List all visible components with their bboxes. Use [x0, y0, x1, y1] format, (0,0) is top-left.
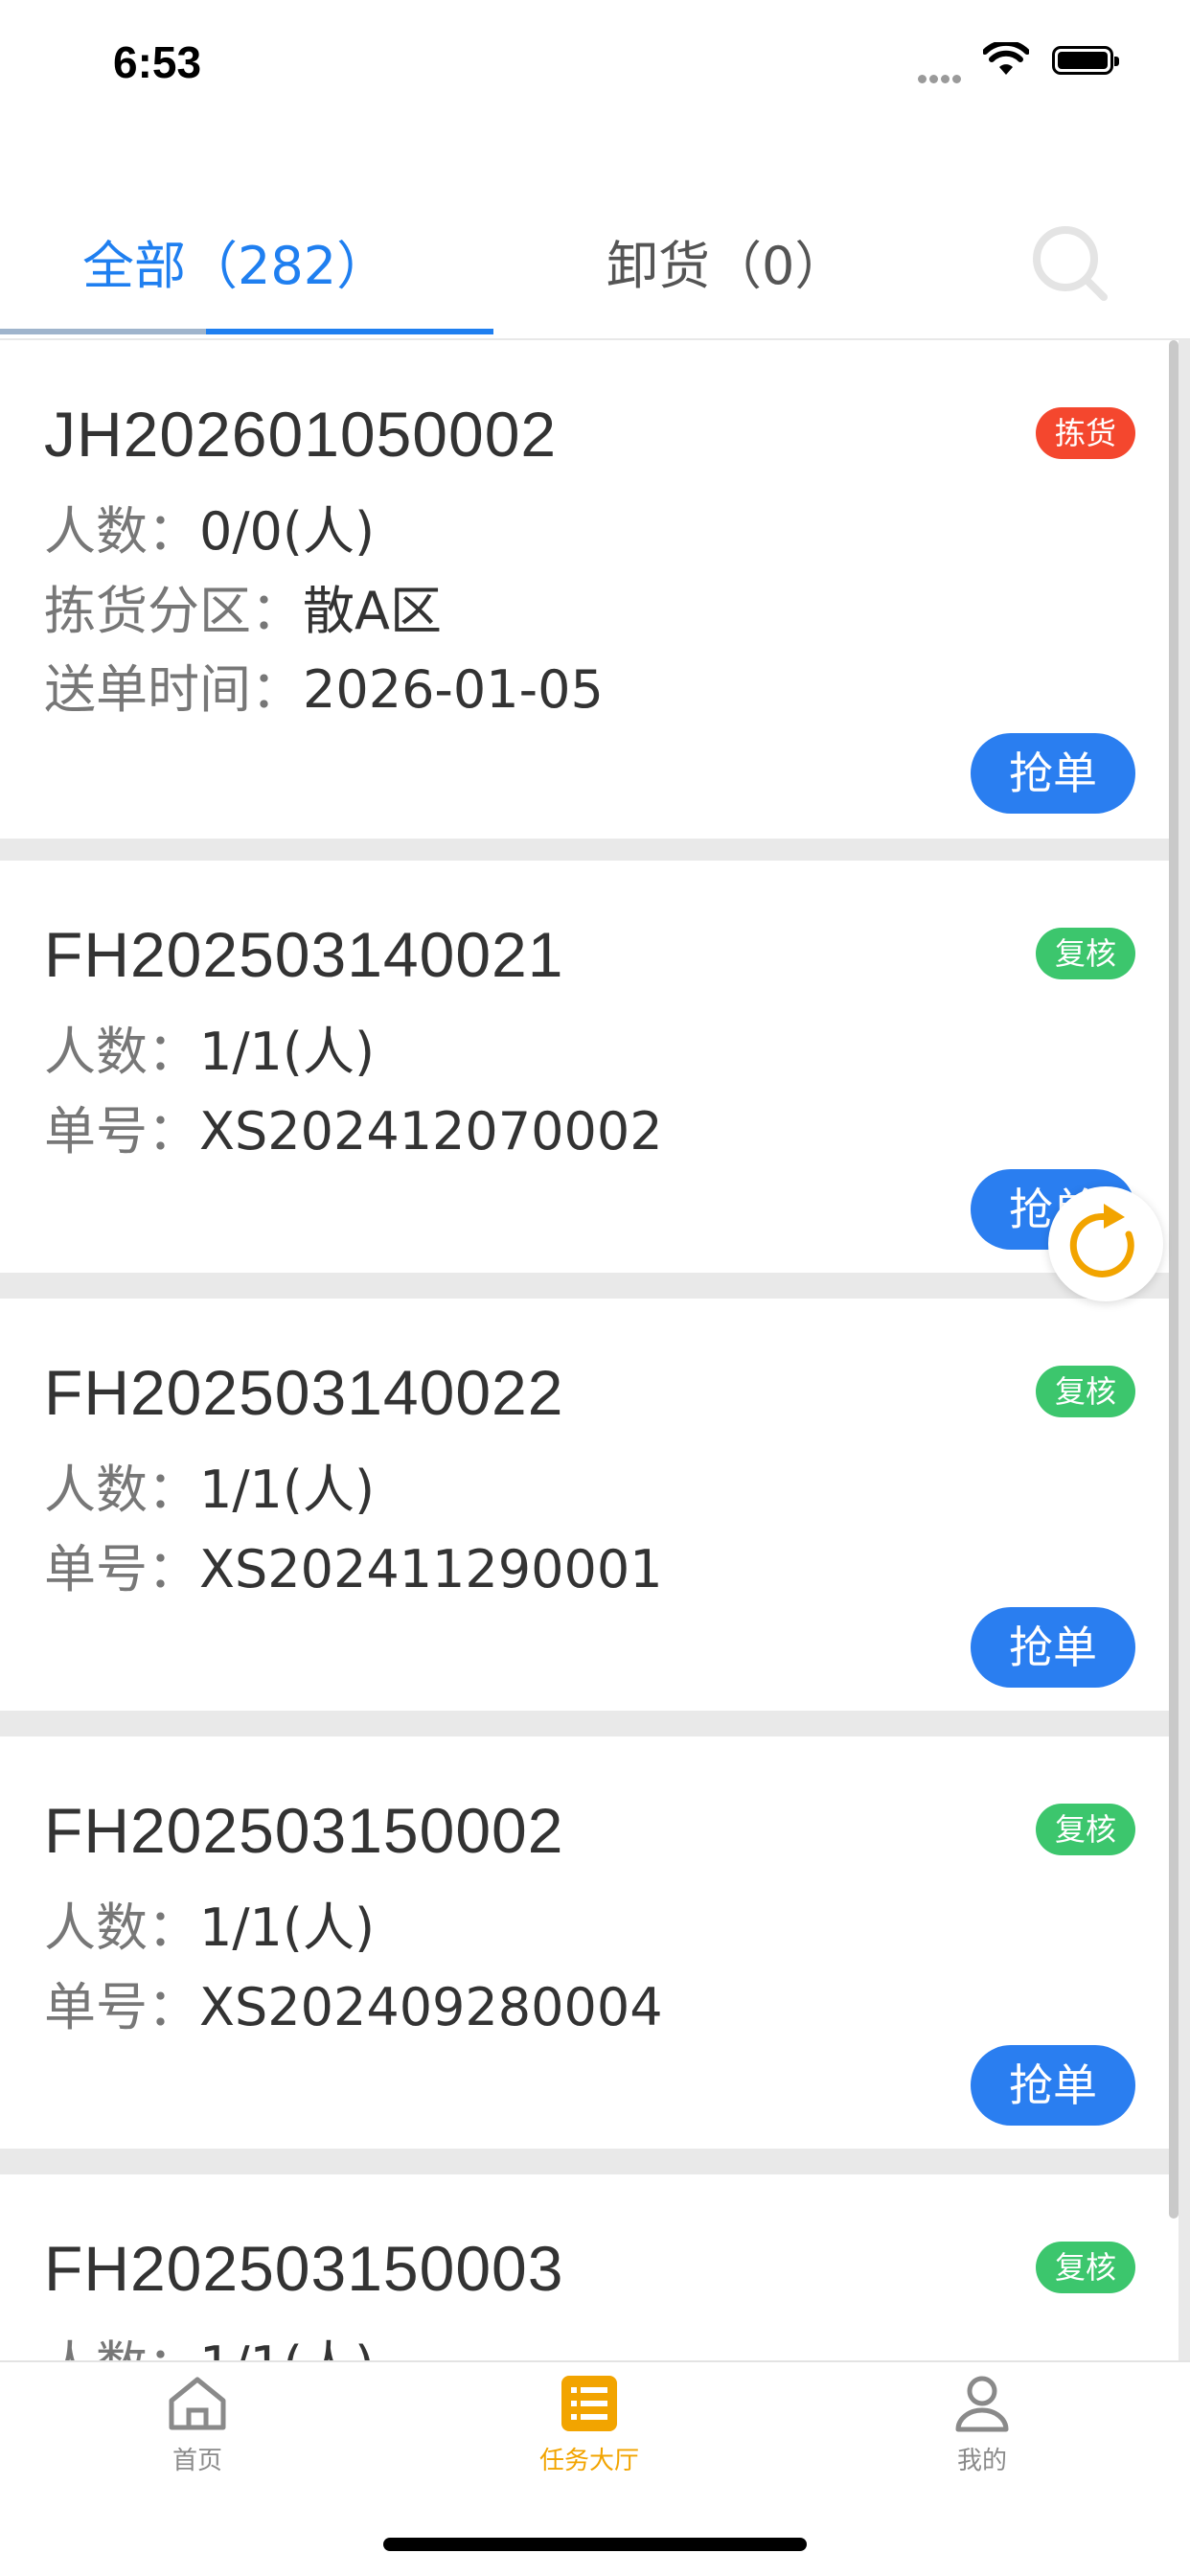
- wifi-icon: [983, 42, 1029, 75]
- task-field: 拣货分区：散A区: [44, 568, 442, 644]
- task-field: 单号：XS202412070002: [44, 1089, 663, 1164]
- field-label: 拣货分区：: [44, 581, 303, 641]
- task-field: 人数：1/1(人): [44, 1009, 375, 1085]
- task-card[interactable]: FH202503140021 复核 人数：1/1(人) 单号：XS2024120…: [0, 861, 1179, 1273]
- task-number: JH202601050002: [44, 399, 558, 470]
- status-bar: 6:53: [0, 0, 1190, 125]
- nav-label: 我的: [956, 2447, 1007, 2475]
- field-value: XS202409280004: [199, 1977, 663, 2037]
- tab-bar: 全部（282） 卸货（0）: [0, 187, 1190, 340]
- field-value: XS202411290001: [199, 1539, 663, 1599]
- refresh-button[interactable]: [1048, 1186, 1163, 1301]
- field-label: 人数：: [44, 1460, 199, 1520]
- signal-icon: [918, 69, 964, 87]
- task-list-icon: [561, 2376, 617, 2431]
- field-label: 单号：: [44, 1977, 199, 2037]
- tab-unload[interactable]: 卸货（0）: [606, 223, 846, 299]
- field-value: 1/1(人): [199, 1460, 376, 1520]
- task-number: FH202503140021: [44, 919, 564, 990]
- task-field: 人数：1/1(人): [44, 1447, 375, 1523]
- profile-icon: [955, 2376, 1009, 2432]
- nav-task-hall[interactable]: 任务大厅: [493, 2374, 685, 2476]
- status-badge: 复核: [1035, 2242, 1135, 2293]
- bottom-nav: 首页 任务大厅 我的: [0, 2360, 1190, 2487]
- grab-order-button[interactable]: 抢单: [971, 1607, 1135, 1688]
- scrollbar[interactable]: [1169, 340, 1179, 2219]
- field-value: 0/0(人): [199, 501, 376, 562]
- task-field: 单号：XS202411290001: [44, 1527, 663, 1602]
- home-icon: [169, 2377, 226, 2430]
- field-value: 2026-01-05: [303, 659, 604, 720]
- battery-icon: [1052, 46, 1119, 75]
- tab-all[interactable]: 全部（282）: [82, 223, 388, 299]
- search-icon[interactable]: [1027, 220, 1113, 307]
- nav-home[interactable]: 首页: [102, 2374, 293, 2476]
- nav-label: 任务大厅: [538, 2447, 639, 2475]
- task-list[interactable]: JH202601050002 拣货 人数：0/0(人) 拣货分区：散A区 送单时…: [0, 340, 1190, 2362]
- refresh-icon: [1069, 1204, 1134, 1277]
- grab-order-button[interactable]: 抢单: [971, 733, 1135, 814]
- task-number: FH202503150002: [44, 1795, 564, 1866]
- field-value: 散A区: [303, 581, 442, 641]
- task-number: FH202503150003: [44, 2233, 564, 2304]
- nav-label: 首页: [172, 2447, 222, 2475]
- field-label: 人数：: [44, 2335, 199, 2362]
- task-field: 单号：XS202409280004: [44, 1965, 663, 2040]
- status-badge: 拣货: [1035, 407, 1135, 459]
- field-value: 1/1(人): [199, 2335, 375, 2362]
- field-label: 人数：: [44, 1022, 199, 1082]
- task-field: 送单时间：2026-01-05: [44, 647, 604, 723]
- status-badge: 复核: [1035, 928, 1135, 979]
- field-label: 人数：: [44, 1898, 199, 1958]
- status-badge: 复核: [1035, 1366, 1135, 1417]
- field-value: XS202412070002: [199, 1101, 663, 1162]
- status-badge: 复核: [1035, 1804, 1135, 1855]
- task-field: 人数：0/0(人): [44, 489, 375, 564]
- nav-profile[interactable]: 我的: [886, 2374, 1078, 2476]
- task-field: 人数：1/1(人): [44, 2323, 375, 2362]
- task-card[interactable]: JH202601050002 拣货 人数：0/0(人) 拣货分区：散A区 送单时…: [0, 340, 1179, 839]
- field-value: 1/1(人): [199, 1898, 376, 1958]
- field-label: 单号：: [44, 1101, 199, 1162]
- field-label: 送单时间：: [44, 659, 303, 720]
- active-tab-indicator: [0, 329, 493, 334]
- field-label: 人数：: [44, 501, 199, 562]
- task-field: 人数：1/1(人): [44, 1885, 375, 1961]
- task-card[interactable]: FH202503150003 复核 人数：1/1(人): [0, 2174, 1179, 2362]
- task-card[interactable]: FH202503150002 复核 人数：1/1(人) 单号：XS2024092…: [0, 1736, 1179, 2149]
- status-time: 6:53: [113, 37, 202, 87]
- task-number: FH202503140022: [44, 1357, 564, 1428]
- task-card[interactable]: FH202503140022 复核 人数：1/1(人) 单号：XS2024112…: [0, 1299, 1179, 1711]
- field-label: 单号：: [44, 1539, 199, 1599]
- field-value: 1/1(人): [199, 1022, 376, 1082]
- grab-order-button[interactable]: 抢单: [971, 2045, 1135, 2126]
- home-indicator[interactable]: [383, 2538, 807, 2551]
